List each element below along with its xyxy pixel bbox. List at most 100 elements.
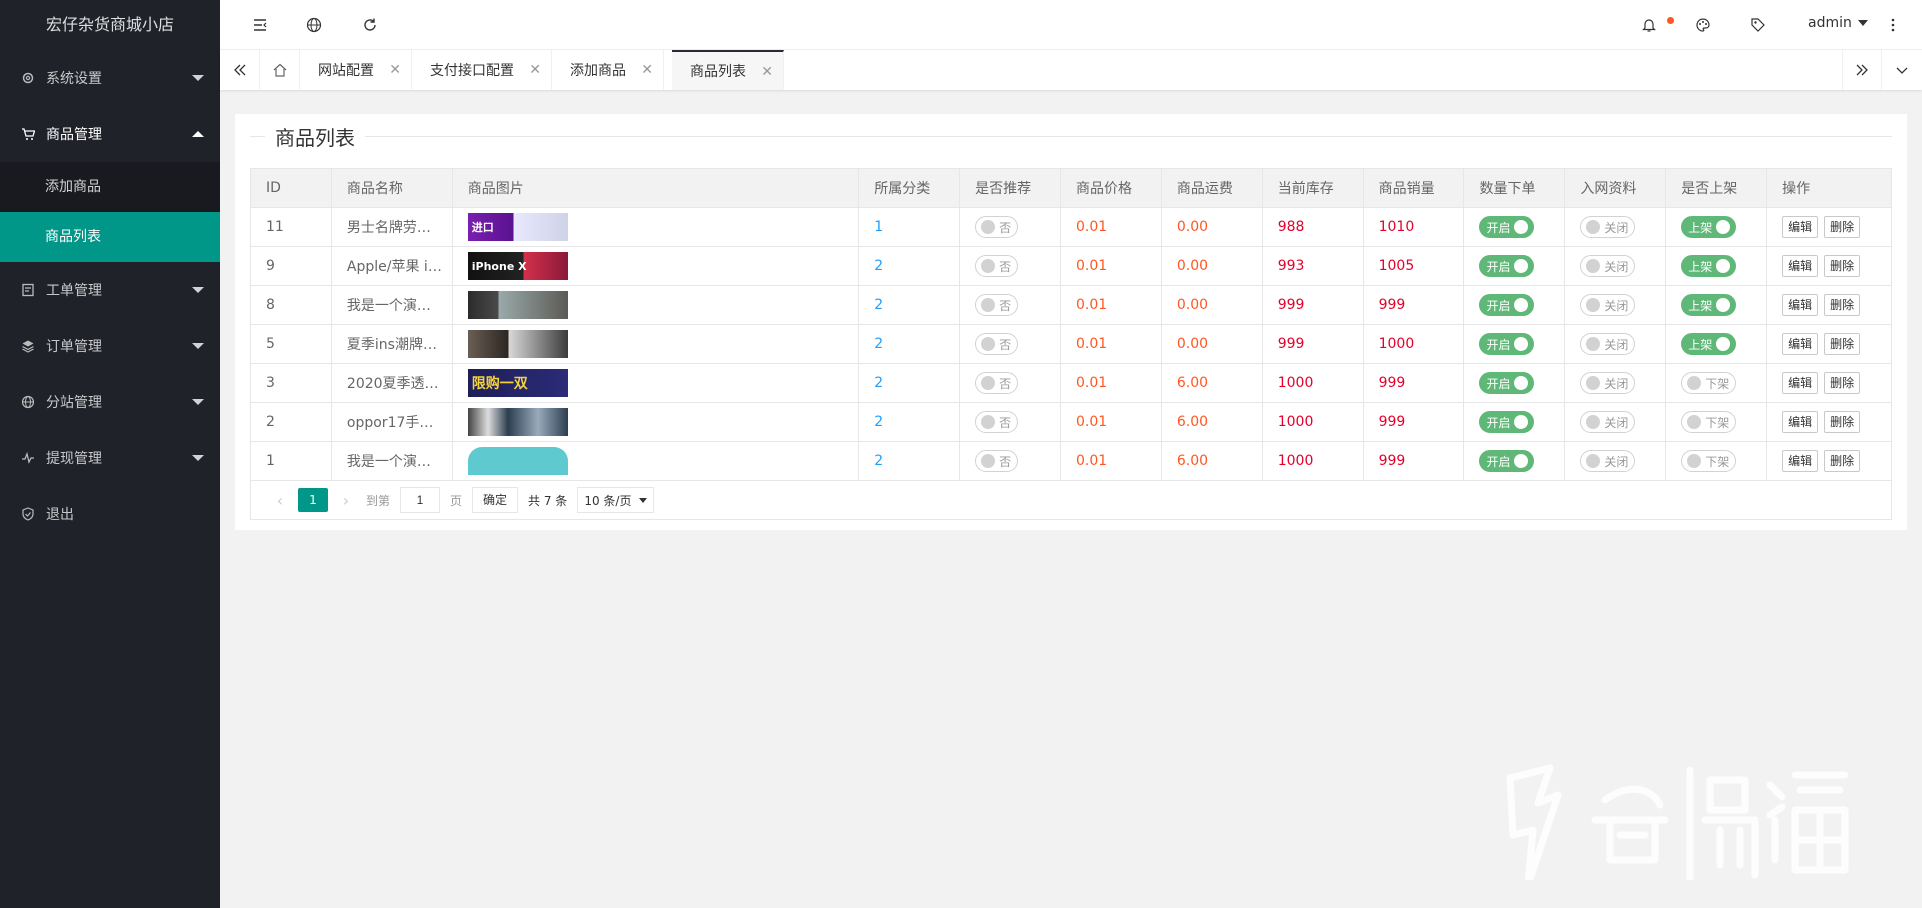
product-thumbnail[interactable]	[467, 408, 568, 436]
category-link[interactable]: 1	[874, 219, 883, 235]
cell-shipping: 6.00	[1162, 364, 1263, 402]
shipping-value: 0.00	[1176, 219, 1209, 235]
cell-stock: 1000	[1263, 364, 1364, 402]
refresh-icon[interactable]	[360, 15, 380, 35]
delete-button[interactable]: 删除	[1824, 255, 1861, 277]
product-thumbnail[interactable]	[467, 447, 568, 475]
sidebar: 宏仔杂货商城小店 系统设置 商品管理 添加商品 商品列表 工单管理 订单管理 分…	[0, 0, 220, 908]
listed-switch[interactable]: 下架	[1681, 372, 1737, 394]
recommend-switch[interactable]: 否	[975, 411, 1019, 433]
delete-button[interactable]: 删除	[1824, 294, 1861, 316]
table-row: 8 我是一个演… 2 否 0.01 0.00 999 999 开启 关闭 上架 编辑 删除	[251, 286, 1891, 325]
sidebar-subitem-product-list[interactable]: 商品列表	[0, 212, 220, 262]
listed-switch[interactable]: 上架	[1681, 294, 1737, 316]
recommend-switch[interactable]: 否	[975, 294, 1019, 316]
listed-switch[interactable]: 下架	[1681, 411, 1737, 433]
edit-button[interactable]: 编辑	[1782, 294, 1819, 316]
netinfo-switch[interactable]: 关闭	[1580, 450, 1636, 472]
user-menu[interactable]: admin	[1808, 15, 1868, 31]
close-icon[interactable]: ✕	[641, 62, 653, 78]
qty-order-switch[interactable]: 开启	[1479, 294, 1535, 316]
delete-button[interactable]: 删除	[1824, 333, 1861, 355]
delete-button[interactable]: 删除	[1824, 411, 1861, 433]
category-link[interactable]: 2	[874, 453, 883, 469]
listed-switch[interactable]: 上架	[1681, 333, 1737, 355]
netinfo-switch[interactable]: 关闭	[1580, 411, 1636, 433]
tabs-dropdown-icon[interactable]	[1882, 50, 1922, 90]
home-tab-icon[interactable]	[260, 50, 300, 90]
cell-shipping: 0.00	[1162, 208, 1263, 246]
qty-order-switch[interactable]: 开启	[1479, 372, 1535, 394]
recommend-switch[interactable]: 否	[975, 216, 1019, 238]
edit-button[interactable]: 编辑	[1782, 216, 1819, 238]
edit-button[interactable]: 编辑	[1782, 450, 1819, 472]
edit-button[interactable]: 编辑	[1782, 255, 1819, 277]
sidebar-item-logout[interactable]: 退出	[0, 486, 220, 542]
sidebar-item-product-management[interactable]: 商品管理	[0, 106, 220, 162]
close-icon[interactable]: ✕	[389, 62, 401, 78]
sidebar-item-ticket-management[interactable]: 工单管理	[0, 262, 220, 318]
netinfo-switch[interactable]: 关闭	[1580, 294, 1636, 316]
netinfo-switch[interactable]: 关闭	[1580, 255, 1636, 277]
category-link[interactable]: 2	[874, 414, 883, 430]
tabs-scroll-right-icon[interactable]	[1842, 50, 1882, 90]
goto-page-input[interactable]	[400, 487, 441, 513]
stock-value: 1000	[1277, 453, 1314, 469]
recommend-switch[interactable]: 否	[975, 333, 1019, 355]
qty-order-switch[interactable]: 开启	[1479, 333, 1535, 355]
recommend-switch[interactable]: 否	[975, 450, 1019, 472]
current-page-button[interactable]: 1	[298, 488, 328, 512]
product-thumbnail[interactable]	[467, 330, 568, 358]
sidebar-item-label: 订单管理	[46, 339, 102, 355]
category-link[interactable]: 2	[874, 297, 883, 313]
delete-button[interactable]: 删除	[1824, 372, 1861, 394]
tab-product-list[interactable]: 商品列表 ✕	[672, 50, 784, 90]
tab-payment-config[interactable]: 支付接口配置 ✕	[412, 50, 552, 90]
close-icon[interactable]: ✕	[529, 62, 541, 78]
product-thumbnail[interactable]: 进口	[467, 213, 568, 241]
delete-button[interactable]: 删除	[1824, 216, 1861, 238]
listed-switch[interactable]: 下架	[1681, 450, 1737, 472]
qty-order-switch[interactable]: 开启	[1479, 216, 1535, 238]
menu-toggle-icon[interactable]	[250, 15, 270, 35]
sidebar-item-system-settings[interactable]: 系统设置	[0, 50, 220, 106]
page-size-select[interactable]: 10 条/页	[577, 487, 655, 513]
product-thumbnail[interactable]: 限购一双	[467, 369, 568, 397]
sidebar-item-withdraw-management[interactable]: 提现管理	[0, 430, 220, 486]
netinfo-switch[interactable]: 关闭	[1580, 216, 1636, 238]
listed-switch[interactable]: 上架	[1681, 216, 1737, 238]
theme-icon[interactable]	[1693, 15, 1713, 35]
recommend-switch[interactable]: 否	[975, 255, 1019, 277]
category-link[interactable]: 2	[874, 336, 883, 352]
globe-icon[interactable]	[304, 15, 324, 35]
sidebar-item-substation-management[interactable]: 分站管理	[0, 374, 220, 430]
category-link[interactable]: 2	[874, 375, 883, 391]
product-thumbnail[interactable]: iPhone X	[467, 252, 568, 280]
recommend-switch[interactable]: 否	[975, 372, 1019, 394]
cell-name: 我是一个演…	[332, 442, 453, 480]
sidebar-subitem-add-product[interactable]: 添加商品	[0, 162, 220, 212]
prev-page-icon[interactable]: ‹	[266, 491, 294, 510]
close-icon[interactable]: ✕	[761, 64, 773, 80]
qty-order-switch[interactable]: 开启	[1479, 255, 1535, 277]
next-page-icon[interactable]: ›	[332, 491, 360, 510]
tabs-scroll-left-icon[interactable]	[220, 50, 260, 90]
tab-site-config[interactable]: 网站配置 ✕	[300, 50, 412, 90]
tag-icon[interactable]	[1748, 15, 1768, 35]
goto-confirm-button[interactable]: 确定	[472, 487, 519, 513]
bell-icon[interactable]	[1639, 15, 1659, 35]
edit-button[interactable]: 编辑	[1782, 333, 1819, 355]
delete-button[interactable]: 删除	[1824, 450, 1861, 472]
qty-order-switch[interactable]: 开启	[1479, 450, 1535, 472]
category-link[interactable]: 2	[874, 258, 883, 274]
listed-switch[interactable]: 上架	[1681, 255, 1737, 277]
sidebar-item-order-management[interactable]: 订单管理	[0, 318, 220, 374]
edit-button[interactable]: 编辑	[1782, 372, 1819, 394]
netinfo-switch[interactable]: 关闭	[1580, 372, 1636, 394]
tab-add-product[interactable]: 添加商品 ✕	[552, 50, 664, 90]
edit-button[interactable]: 编辑	[1782, 411, 1819, 433]
qty-order-switch[interactable]: 开启	[1479, 411, 1535, 433]
netinfo-switch[interactable]: 关闭	[1580, 333, 1636, 355]
product-thumbnail[interactable]	[467, 291, 568, 319]
more-icon[interactable]	[1883, 15, 1903, 35]
